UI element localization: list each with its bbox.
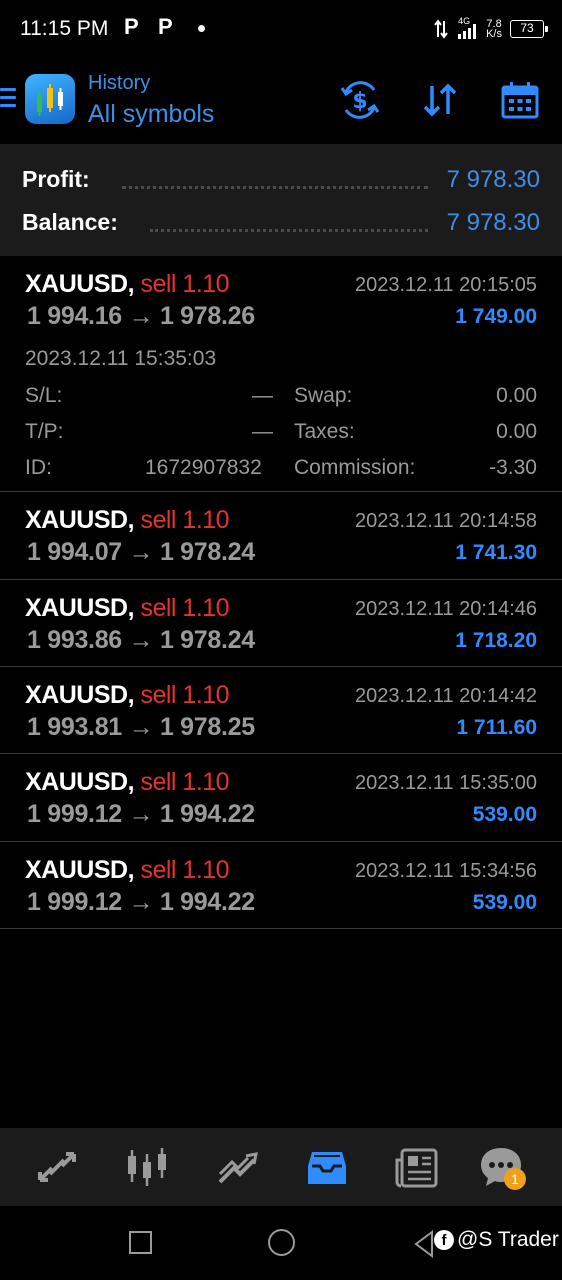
- swap-value: 0.00: [496, 384, 537, 407]
- trade-side: sell 1.10: [140, 270, 230, 298]
- chat-icon[interactable]: 1: [476, 1142, 526, 1192]
- battery-icon: 73: [510, 20, 548, 38]
- status-indicators: 4G 7.8 K/s 73: [434, 16, 548, 42]
- chart-icon[interactable]: [122, 1142, 172, 1192]
- trade-prices: 1 994.16 → 1 978.26: [27, 302, 255, 330]
- trade-symbol: XAUUSD, sell 1.10: [25, 856, 230, 884]
- trade-prices: 1 999.12 → 1 994.22: [27, 888, 255, 916]
- taxes-value: 0.00: [496, 420, 537, 443]
- notification-p-icon: P: [158, 14, 173, 39]
- balance-value: 7 978.30: [446, 209, 540, 236]
- summary-panel: Profit: 7 978.30 Balance: 7 978.30: [0, 144, 562, 256]
- trade-symbol: XAUUSD, sell 1.10: [25, 270, 230, 298]
- trade-profit: 539.00: [472, 891, 537, 914]
- commission-label: Commission:: [294, 456, 416, 479]
- profit-value: 7 978.30: [446, 166, 540, 193]
- tp-label: T/P:: [25, 420, 64, 443]
- commission-value: -3.30: [489, 456, 537, 479]
- trade-profit: 1 711.60: [456, 716, 537, 739]
- trade-close-time: 2023.12.11 20:14:42: [354, 685, 537, 707]
- sl-value: —: [252, 384, 273, 407]
- header-subtitle: History: [88, 72, 151, 94]
- trade-profit: 1 749.00: [455, 305, 537, 328]
- trade-symbol: XAUUSD, sell 1.10: [25, 681, 230, 709]
- menu-icon[interactable]: [0, 88, 16, 110]
- divider: [150, 229, 428, 232]
- trade-close-time: 2023.12.11 20:15:05: [354, 274, 537, 296]
- trade-prices: 1 993.86 → 1 978.24: [27, 626, 255, 654]
- home-button[interactable]: [268, 1229, 295, 1256]
- app-header: History All symbols $: [0, 58, 562, 144]
- trade-prices: 1 993.81 → 1 978.25: [27, 713, 255, 741]
- trade-open-time: 2023.12.11 15:35:03: [25, 347, 217, 370]
- notification-dot-icon: [198, 25, 205, 32]
- balance-label: Balance:: [22, 209, 118, 235]
- data-transfer-icon: [434, 19, 448, 39]
- trade-profit: 1 741.30: [455, 541, 537, 564]
- trade-side: sell 1.10: [140, 594, 230, 622]
- back-button[interactable]: [412, 1230, 436, 1258]
- trade-row[interactable]: XAUUSD, sell 1.10 1 999.12 → 1 994.22 20…: [0, 754, 562, 842]
- trade-prices: 1 994.07 → 1 978.24: [27, 538, 255, 566]
- trade-close-time: 2023.12.11 15:35:00: [354, 772, 537, 794]
- trade-side: sell 1.10: [140, 856, 230, 884]
- news-icon[interactable]: [392, 1142, 442, 1192]
- trade-profit: 539.00: [472, 803, 537, 826]
- trade-side: sell 1.10: [140, 506, 230, 534]
- taxes-label: Taxes:: [294, 420, 355, 443]
- sl-label: S/L:: [25, 384, 63, 407]
- profit-row: Profit: 7 978.30: [0, 160, 562, 200]
- notification-p-icon: P: [124, 14, 139, 39]
- header-title[interactable]: All symbols: [88, 100, 214, 129]
- sort-icon[interactable]: [418, 78, 462, 122]
- trade-side: sell 1.10: [140, 768, 230, 796]
- trade-profit: 1 718.20: [455, 629, 537, 652]
- trade-symbol: XAUUSD, sell 1.10: [25, 506, 230, 534]
- trade-row[interactable]: XAUUSD, sell 1.10 1 993.81 → 1 978.25 20…: [0, 667, 562, 754]
- network-speed: 7.8 K/s: [486, 18, 502, 40]
- trade-prices: 1 999.12 → 1 994.22: [27, 800, 255, 828]
- trade-row[interactable]: XAUUSD, sell 1.10 1 994.07 → 1 978.24 20…: [0, 492, 562, 580]
- deposit-icon[interactable]: $: [338, 78, 382, 122]
- trade-row[interactable]: XAUUSD, sell 1.10 1 993.86 → 1 978.24 20…: [0, 580, 562, 667]
- trade-row[interactable]: XAUUSD, sell 1.10 1 994.16 → 1 978.26 20…: [0, 256, 562, 492]
- app-logo: [25, 74, 75, 124]
- trade-row[interactable]: XAUUSD, sell 1.10 1 999.12 → 1 994.22 20…: [0, 842, 562, 929]
- tp-value: —: [252, 420, 273, 443]
- divider: [122, 186, 428, 189]
- id-label: ID:: [25, 456, 52, 479]
- watermark-text: @S Trader: [457, 1228, 559, 1251]
- system-nav-bar: f @S Trader: [0, 1206, 562, 1280]
- signal-icon: 4G: [456, 16, 478, 40]
- facebook-icon: f: [434, 1230, 454, 1250]
- trade-side: sell 1.10: [140, 681, 230, 709]
- balance-row: Balance: 7 978.30: [0, 203, 562, 243]
- bottom-nav: 1: [0, 1128, 562, 1206]
- id-value: 1672907832: [145, 456, 262, 479]
- trade-close-time: 2023.12.11 20:14:58: [354, 510, 537, 532]
- chat-badge: 1: [504, 1168, 526, 1190]
- recents-button[interactable]: [129, 1231, 152, 1254]
- status-bar: 11:15 PM P P 4G 7.8 K/s 73: [0, 0, 562, 58]
- watermark: f @S Trader: [434, 1228, 559, 1252]
- quotes-icon[interactable]: [32, 1142, 82, 1192]
- swap-label: Swap:: [294, 384, 353, 407]
- trade-icon[interactable]: [212, 1142, 262, 1192]
- status-time: 11:15 PM: [20, 17, 109, 40]
- trade-close-time: 2023.12.11 20:14:46: [354, 598, 537, 620]
- trade-close-time: 2023.12.11 15:34:56: [354, 860, 537, 882]
- trade-symbol: XAUUSD, sell 1.10: [25, 594, 230, 622]
- svg-text:$: $: [352, 89, 367, 114]
- calendar-icon[interactable]: [498, 78, 542, 122]
- trade-symbol: XAUUSD, sell 1.10: [25, 768, 230, 796]
- profit-label: Profit:: [22, 166, 90, 192]
- history-icon[interactable]: [302, 1142, 352, 1192]
